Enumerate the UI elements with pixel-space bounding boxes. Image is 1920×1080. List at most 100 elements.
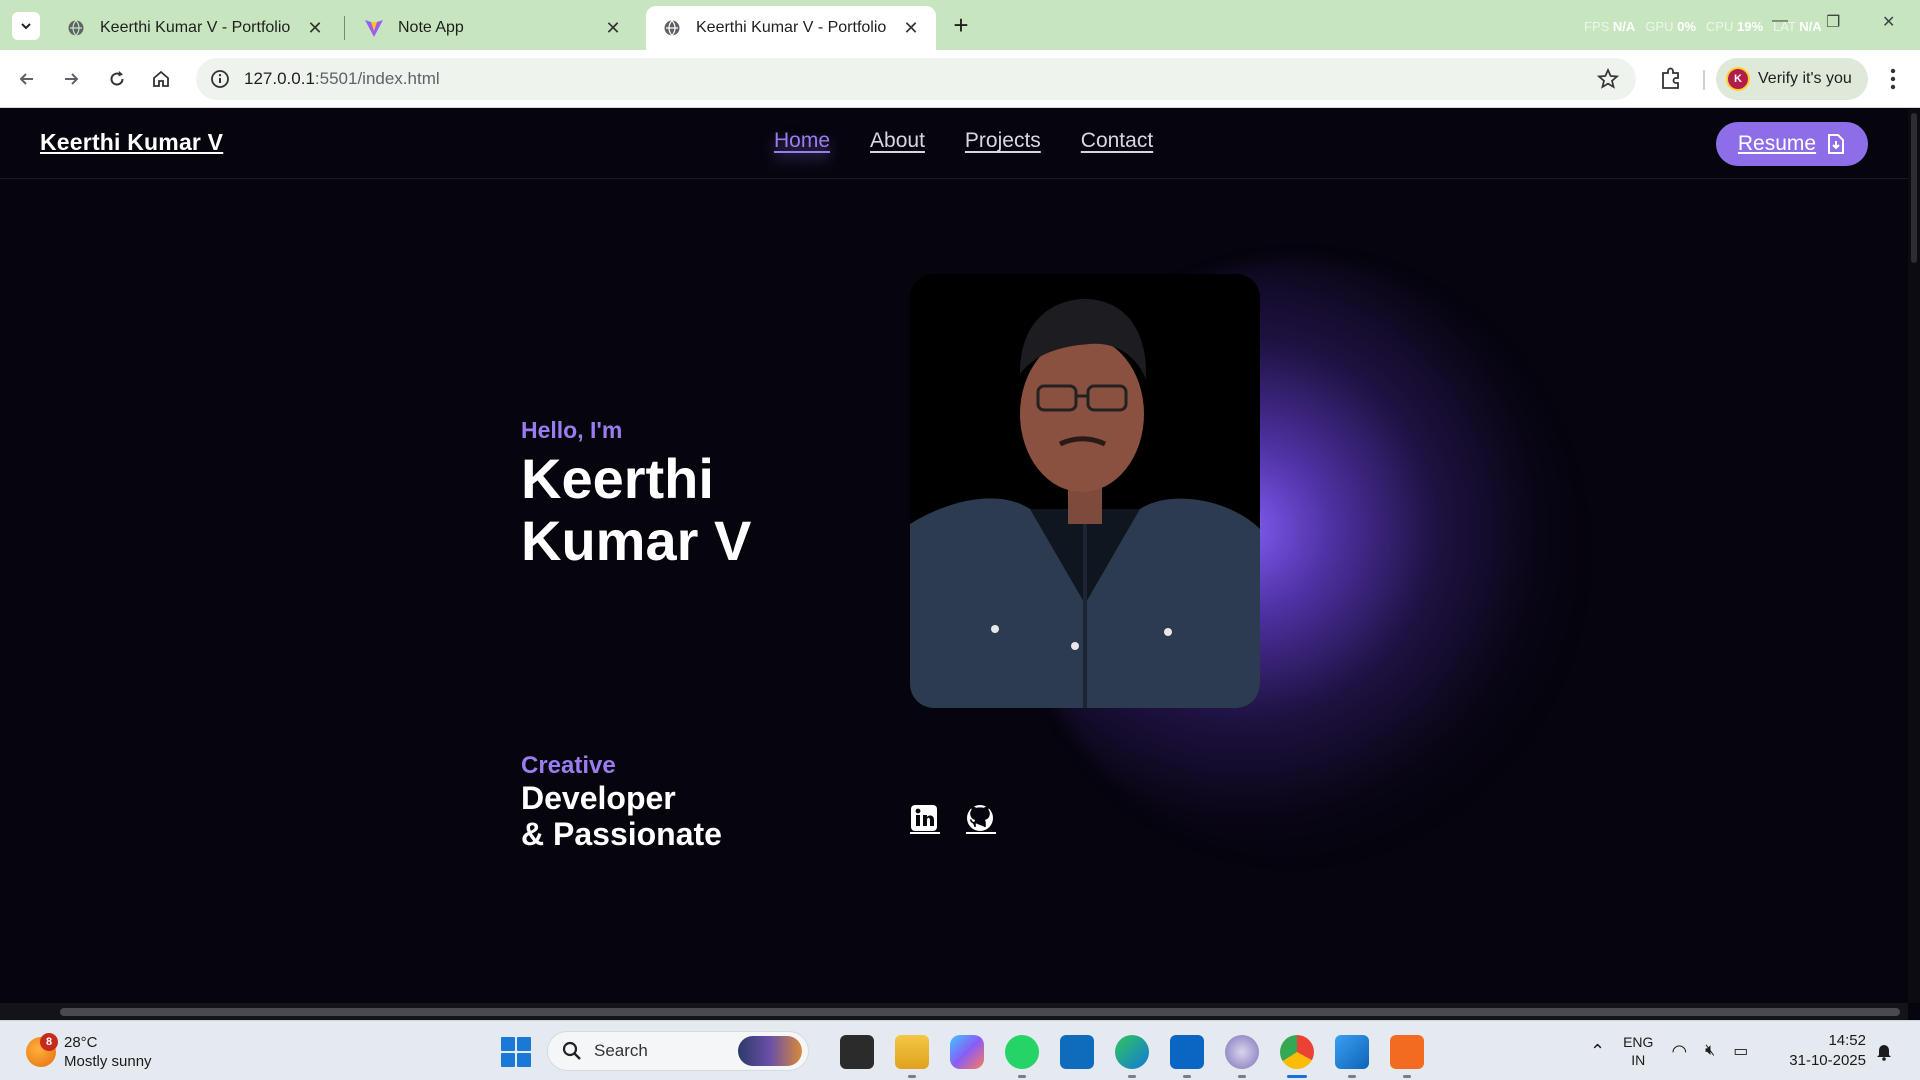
- minimize-icon[interactable]: —: [1772, 12, 1788, 30]
- nav-about[interactable]: About: [870, 129, 925, 153]
- new-tab-button[interactable]: +: [948, 10, 974, 40]
- chrome-icon[interactable]: [1280, 1035, 1314, 1078]
- tagline-line-1: Developer: [521, 780, 676, 816]
- taskbar-pinned-apps: [840, 1035, 1424, 1078]
- weather-condition: Mostly sunny: [64, 1053, 152, 1070]
- nav-projects[interactable]: Projects: [965, 129, 1041, 153]
- site-menu: Home About Projects Contact: [774, 129, 1153, 153]
- notification-badge: 8: [40, 1033, 58, 1051]
- lat-value: N/A: [1799, 19, 1822, 34]
- hero-greeting: Hello, I'm: [521, 417, 623, 443]
- portfolio-page: Keerthi Kumar V Home About Projects Cont…: [0, 109, 1908, 1003]
- nav-home[interactable]: Home: [774, 129, 830, 153]
- profile-avatar: K: [1726, 67, 1750, 91]
- url-host: 127.0.0.1: [244, 69, 315, 88]
- chevron-down-icon: [21, 23, 31, 30]
- toolbar-divider: [1703, 70, 1705, 90]
- edge-icon[interactable]: [1115, 1035, 1149, 1078]
- hero-name: Keerthi Kumar V: [521, 448, 821, 572]
- copilot-icon[interactable]: [950, 1035, 984, 1069]
- taskbar-search-box[interactable]: Search: [547, 1031, 809, 1071]
- battery-icon[interactable]: ▭: [1733, 1041, 1748, 1061]
- bookmark-star-icon[interactable]: [1596, 67, 1620, 91]
- home-button[interactable]: [146, 64, 176, 94]
- tagline-accent: Creative: [521, 752, 616, 779]
- search-icon: [562, 1041, 581, 1060]
- verify-profile-button[interactable]: K Verify it's you: [1716, 58, 1868, 100]
- address-bar[interactable]: 127.0.0.1:5501/index.html: [196, 58, 1636, 100]
- site-navbar: Keerthi Kumar V Home About Projects Cont…: [0, 109, 1908, 179]
- windows-start-button[interactable]: [501, 1037, 531, 1067]
- clock-time: 14:52: [1828, 1032, 1866, 1049]
- hero-name-line-2: Kumar V: [521, 509, 752, 572]
- search-label: Search: [594, 1041, 648, 1060]
- browser-toolbar: 127.0.0.1:5501/index.html K Verify it's …: [0, 50, 1920, 108]
- language-line-1: ENG: [1623, 1034, 1654, 1050]
- restore-icon[interactable]: ❐: [1826, 12, 1840, 32]
- arrow-right-icon: [65, 73, 79, 85]
- close-tab-icon[interactable]: ✕: [304, 17, 326, 39]
- fps-value: N/A: [1612, 19, 1636, 34]
- globe-icon: [662, 18, 682, 38]
- extensions-puzzle-icon[interactable]: [1656, 64, 1686, 94]
- nav-contact[interactable]: Contact: [1081, 129, 1153, 153]
- notification-bell-icon[interactable]: [1874, 1041, 1894, 1061]
- cpu-label: CPU: [1705, 19, 1734, 34]
- reload-button[interactable]: [102, 64, 132, 94]
- tab-search-button[interactable]: [12, 12, 40, 40]
- forward-button[interactable]: [56, 64, 86, 94]
- speaker-muted-icon[interactable]: 🔇︎: [1705, 1042, 1715, 1060]
- browser-menu-button[interactable]: [1878, 64, 1908, 94]
- language-indicator[interactable]: ENG IN: [1623, 1033, 1653, 1069]
- social-links: [910, 804, 996, 834]
- task-view-icon[interactable]: [840, 1035, 874, 1069]
- language-line-2: IN: [1631, 1052, 1646, 1068]
- site-brand-link[interactable]: Keerthi Kumar V: [40, 129, 223, 156]
- url-path: :5501/index.html: [314, 69, 440, 88]
- close-tab-icon[interactable]: ✕: [900, 17, 922, 39]
- more-vertical-icon: [1890, 68, 1896, 90]
- search-highlight-graphic: [738, 1036, 802, 1066]
- linkedin-icon[interactable]: [910, 804, 940, 834]
- back-button[interactable]: [12, 64, 42, 94]
- close-tab-icon[interactable]: ✕: [602, 17, 624, 39]
- vite-logo-icon: [364, 18, 384, 38]
- verify-label: Verify it's you: [1758, 70, 1852, 87]
- vertical-scrollbar[interactable]: [1908, 109, 1920, 1003]
- xampp-icon[interactable]: [1390, 1035, 1424, 1078]
- wifi-icon[interactable]: ◠: [1671, 1041, 1687, 1062]
- vscode-icon[interactable]: [1335, 1035, 1369, 1078]
- download-document-icon: [1828, 134, 1845, 154]
- tab-title: Note App: [398, 19, 464, 36]
- app-swirl-icon[interactable]: [1225, 1035, 1259, 1078]
- horizontal-scroll-thumb[interactable]: [60, 1008, 1900, 1016]
- hero-intro: Hello, I'm Keerthi Kumar V: [521, 417, 821, 572]
- resume-button[interactable]: Resume: [1716, 122, 1868, 166]
- info-icon[interactable]: [210, 69, 230, 89]
- chevron-up-icon[interactable]: ⌃: [1590, 1041, 1605, 1062]
- linkedin-app-icon[interactable]: [1170, 1035, 1204, 1078]
- fps-label: FPS: [1584, 19, 1610, 34]
- close-window-icon[interactable]: ✕: [1882, 12, 1895, 32]
- browser-tab-3[interactable]: Keerthi Kumar V - Portfolio ✕: [646, 6, 936, 50]
- url-text: 127.0.0.1:5501/index.html: [244, 69, 440, 89]
- gpu-value: 0%: [1677, 19, 1696, 34]
- whatsapp-icon[interactable]: [1005, 1035, 1039, 1078]
- profile-photo: [910, 274, 1260, 708]
- file-explorer-icon[interactable]: [895, 1035, 929, 1078]
- clock-date: 31-10-2025: [1789, 1052, 1866, 1069]
- tab-title: Keerthi Kumar V - Portfolio: [100, 19, 291, 36]
- hero-tagline: Creative Developer & Passionate: [521, 752, 722, 852]
- reload-icon: [110, 71, 124, 86]
- outlook-icon[interactable]: [1060, 1035, 1094, 1069]
- github-icon[interactable]: [966, 804, 996, 834]
- horizontal-scrollbar[interactable]: [0, 1003, 1908, 1020]
- hero-name-line-1: Keerthi: [521, 447, 714, 510]
- globe-icon: [66, 18, 86, 38]
- taskbar-clock[interactable]: 14:52 31-10-2025: [1782, 1031, 1866, 1071]
- vertical-scroll-thumb[interactable]: [1911, 113, 1917, 263]
- weather-widget[interactable]: 8 28°C Mostly sunny: [26, 1033, 152, 1071]
- tagline-line-2: & Passionate: [521, 816, 722, 852]
- browser-tab-1[interactable]: Keerthi Kumar V - Portfolio ✕: [50, 6, 340, 50]
- browser-tab-2[interactable]: Note App ✕: [348, 6, 638, 50]
